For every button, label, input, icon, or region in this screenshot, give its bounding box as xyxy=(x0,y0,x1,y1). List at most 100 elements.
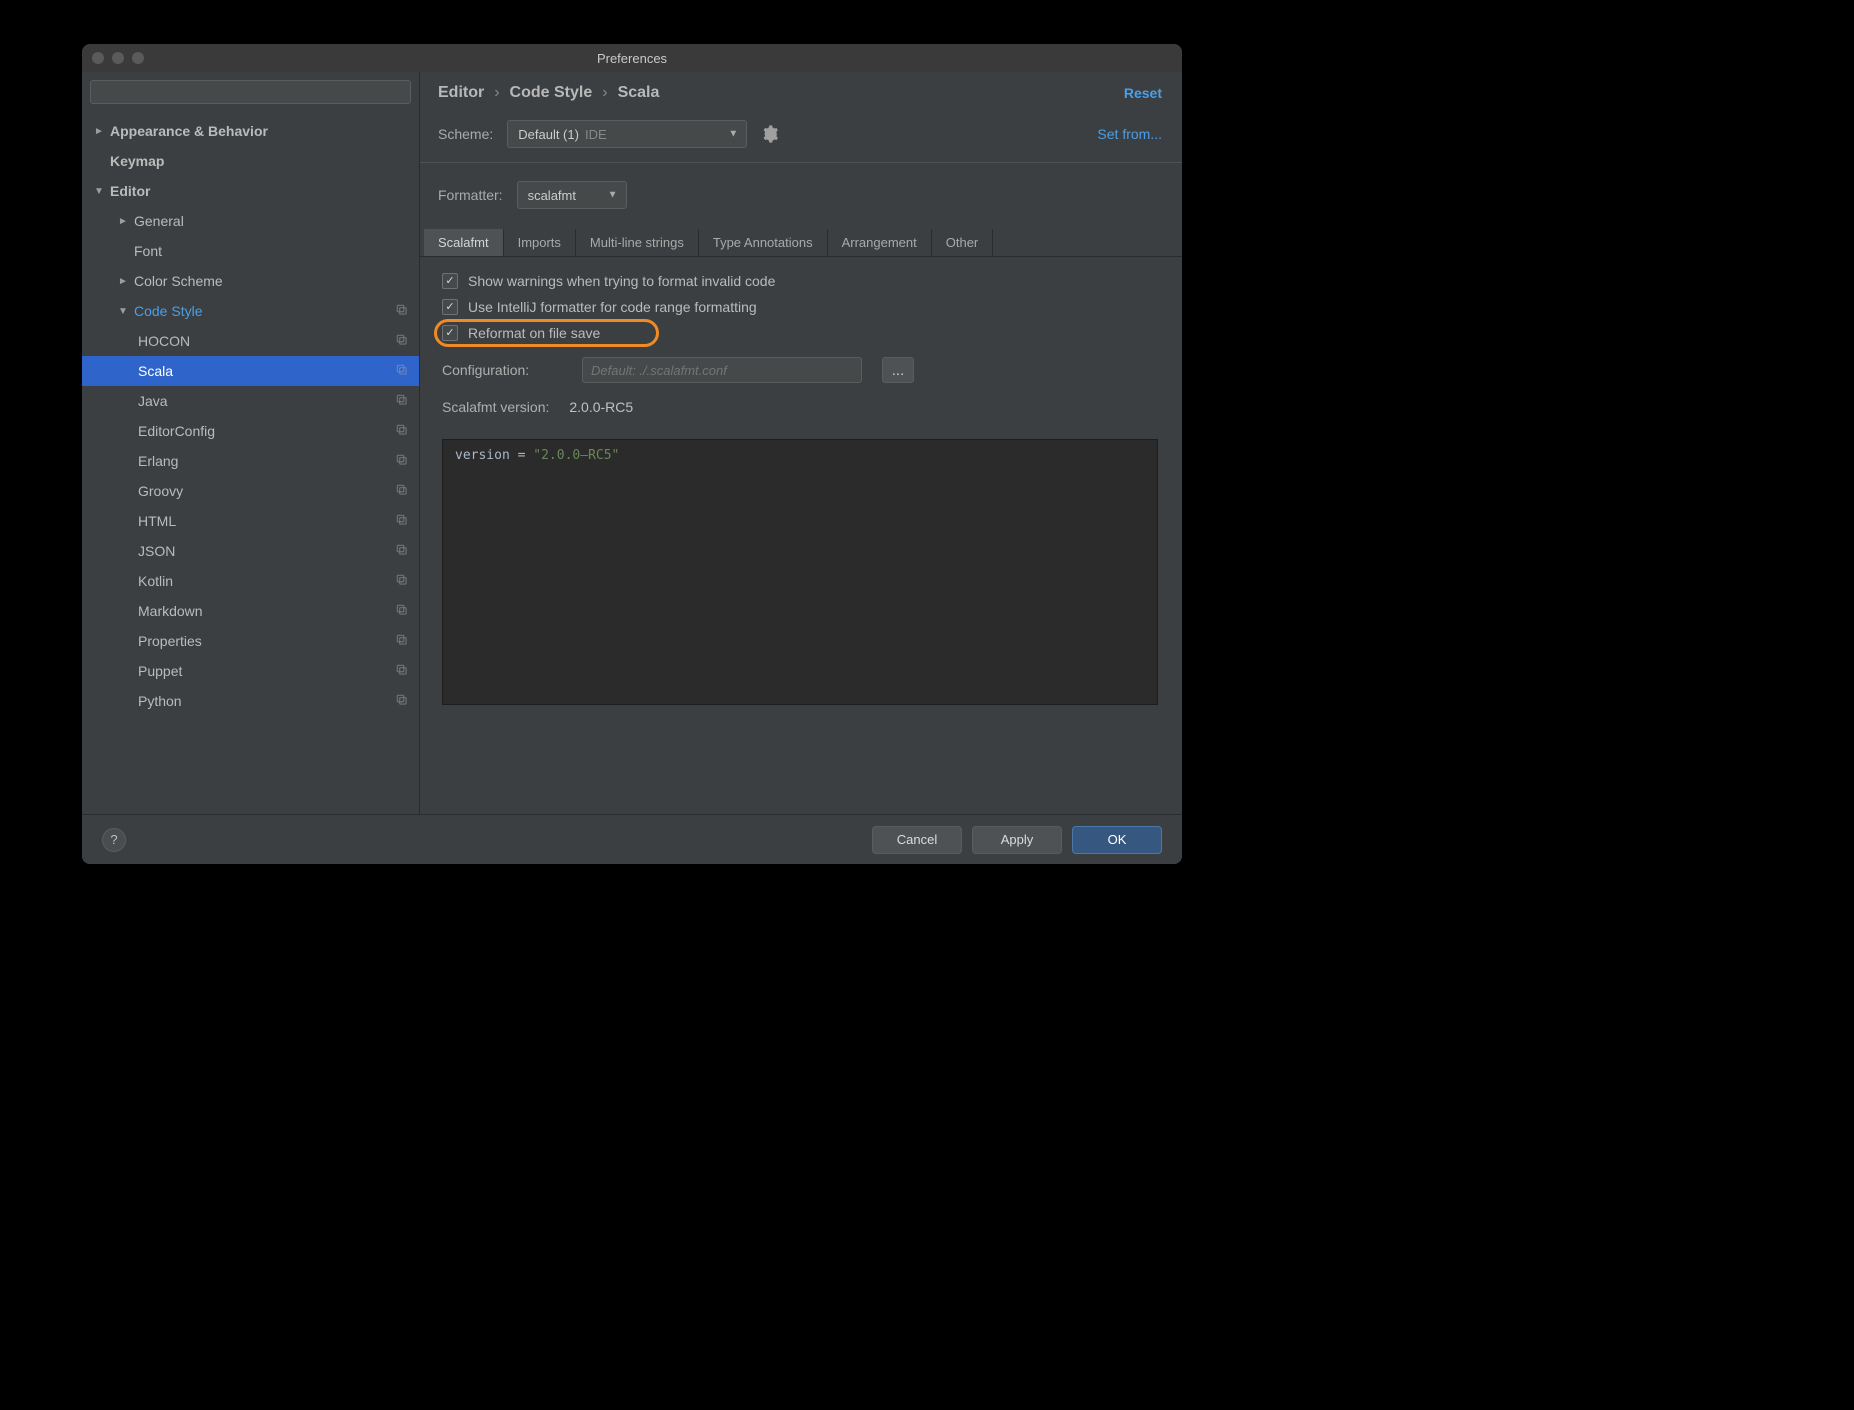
footer: ? Cancel Apply OK xyxy=(82,814,1182,864)
apply-button[interactable]: Apply xyxy=(972,826,1062,854)
tree-item-label: Font xyxy=(134,243,409,259)
scheme-value: Default (1) xyxy=(518,127,579,142)
tree-item-font[interactable]: ►Font xyxy=(82,236,419,266)
tree-item-label: Java xyxy=(138,393,395,409)
reset-link[interactable]: Reset xyxy=(1124,85,1162,101)
tree-item-markdown[interactable]: Markdown xyxy=(82,596,419,626)
chevron-right-icon: ► xyxy=(116,276,130,287)
tree-item-html[interactable]: HTML xyxy=(82,506,419,536)
tab-multi-line-strings[interactable]: Multi-line strings xyxy=(576,229,699,256)
tree-item-label: Scala xyxy=(138,363,395,379)
traffic-lights xyxy=(92,52,144,64)
preferences-window: Preferences ►Appearance & Behavior►Keyma… xyxy=(82,44,1182,864)
tree-item-general[interactable]: ► General xyxy=(82,206,419,236)
check-show-warnings[interactable]: ✓ Show warnings when trying to format in… xyxy=(442,273,1158,289)
scheme-select[interactable]: Default (1) IDE ▼ xyxy=(507,120,747,148)
tree-item-properties[interactable]: Properties xyxy=(82,626,419,656)
tab-arrangement[interactable]: Arrangement xyxy=(828,229,932,256)
tree-item-color-scheme[interactable]: ►Color Scheme xyxy=(82,266,419,296)
settings-tree: ►Appearance & Behavior►Keymap ▼ Editor ► Gen… xyxy=(82,110,419,722)
breadcrumb-segment[interactable]: Code Style xyxy=(510,84,593,102)
configuration-row: Configuration: ... xyxy=(442,357,1158,383)
tab-other[interactable]: Other xyxy=(932,229,994,256)
chevron-down-icon: ▼ xyxy=(92,186,106,197)
tree-item-label: Puppet xyxy=(138,663,395,679)
ok-button[interactable]: OK xyxy=(1072,826,1162,854)
breadcrumb-segment[interactable]: Editor xyxy=(438,84,484,102)
tree-item-editorconfig[interactable]: EditorConfig xyxy=(82,416,419,446)
formatter-select[interactable]: scalafmt ▼ xyxy=(517,181,627,209)
tree-item-hocon[interactable]: HOCON xyxy=(82,326,419,356)
check-use-intellij-formatter[interactable]: ✓ Use IntelliJ formatter for code range … xyxy=(442,299,1158,315)
zoom-window-button[interactable] xyxy=(132,52,144,64)
tree-item-keymap[interactable]: ►Keymap xyxy=(82,146,419,176)
chevron-down-icon: ▼ xyxy=(116,306,130,317)
help-button[interactable]: ? xyxy=(102,828,126,852)
check-label: Show warnings when trying to format inva… xyxy=(468,273,775,289)
code-key: version xyxy=(455,448,510,463)
set-from-link[interactable]: Set from... xyxy=(1097,126,1162,142)
tree-item-label: Code Style xyxy=(134,303,395,319)
tree-item-label: Groovy xyxy=(138,483,395,499)
checkbox-icon: ✓ xyxy=(442,325,458,341)
formatter-row: Formatter: scalafmt ▼ xyxy=(438,163,1162,221)
tab-scalafmt[interactable]: Scalafmt xyxy=(424,229,504,256)
tree-item-label: Erlang xyxy=(138,453,395,469)
scheme-scope-icon xyxy=(395,603,409,620)
search-input[interactable] xyxy=(90,80,411,104)
chevron-right-icon: ► xyxy=(92,126,106,137)
tree-item-editor[interactable]: ▼ Editor xyxy=(82,176,419,206)
minimize-window-button[interactable] xyxy=(112,52,124,64)
main-panel: Editor›Code Style›Scala Reset Scheme: De… xyxy=(420,72,1182,814)
chevron-right-icon: ► xyxy=(116,216,130,227)
tree-item-label: Editor xyxy=(110,183,409,199)
tabs-row: ScalafmtImportsMulti-line stringsType An… xyxy=(420,229,1182,257)
version-label: Scalafmt version: xyxy=(442,399,549,415)
tree-item-appearance-behavior[interactable]: ►Appearance & Behavior xyxy=(82,116,419,146)
tree-item-puppet[interactable]: Puppet xyxy=(82,656,419,686)
chevron-down-icon: ▼ xyxy=(608,190,618,201)
tree-item-erlang[interactable]: Erlang xyxy=(82,446,419,476)
scheme-scope-icon xyxy=(395,333,409,350)
tree-item-label: Properties xyxy=(138,633,395,649)
tree-item-label: HTML xyxy=(138,513,395,529)
configuration-input[interactable] xyxy=(582,357,862,383)
tree-item-kotlin[interactable]: Kotlin xyxy=(82,566,419,596)
close-window-button[interactable] xyxy=(92,52,104,64)
breadcrumb-segment: Scala xyxy=(618,84,660,102)
tree-item-label: General xyxy=(134,213,409,229)
scheme-scope-icon xyxy=(395,363,409,380)
tree-item-groovy[interactable]: Groovy xyxy=(82,476,419,506)
breadcrumb-row: Editor›Code Style›Scala Reset xyxy=(438,84,1162,102)
cancel-button[interactable]: Cancel xyxy=(872,826,962,854)
tree-item-label: Markdown xyxy=(138,603,395,619)
scheme-scope-icon xyxy=(395,663,409,680)
configuration-label: Configuration: xyxy=(442,362,562,378)
scheme-label: Scheme: xyxy=(438,126,493,142)
tree-item-label: JSON xyxy=(138,543,395,559)
tab-content: ✓ Show warnings when trying to format in… xyxy=(438,257,1162,715)
sidebar: ►Appearance & Behavior►Keymap ▼ Editor ► Gen… xyxy=(82,72,420,814)
checkbox-icon: ✓ xyxy=(442,273,458,289)
gear-icon[interactable] xyxy=(761,125,779,143)
check-reformat-on-save[interactable]: ✓ Reformat on file save xyxy=(442,325,1158,341)
scheme-scope-icon xyxy=(395,453,409,470)
scheme-row: Scheme: Default (1) IDE ▼ Set from... xyxy=(438,102,1162,162)
version-row: Scalafmt version: 2.0.0-RC5 xyxy=(442,399,1158,415)
tree-item-label: HOCON xyxy=(138,333,395,349)
tree-item-code-style[interactable]: ▼ Code Style xyxy=(82,296,419,326)
breadcrumb-separator-icon: › xyxy=(494,84,499,102)
window-title: Preferences xyxy=(82,51,1182,66)
tree-item-label: EditorConfig xyxy=(138,423,395,439)
tab-imports[interactable]: Imports xyxy=(504,229,576,256)
checkbox-icon: ✓ xyxy=(442,299,458,315)
tree-item-java[interactable]: Java xyxy=(82,386,419,416)
check-label: Reformat on file save xyxy=(468,325,600,341)
browse-button[interactable]: ... xyxy=(882,357,914,383)
tree-item-json[interactable]: JSON xyxy=(82,536,419,566)
tree-item-label: Kotlin xyxy=(138,573,395,589)
tree-item-python[interactable]: Python xyxy=(82,686,419,716)
scheme-scope-icon xyxy=(395,483,409,500)
tree-item-scala[interactable]: Scala xyxy=(82,356,419,386)
tab-type-annotations[interactable]: Type Annotations xyxy=(699,229,828,256)
